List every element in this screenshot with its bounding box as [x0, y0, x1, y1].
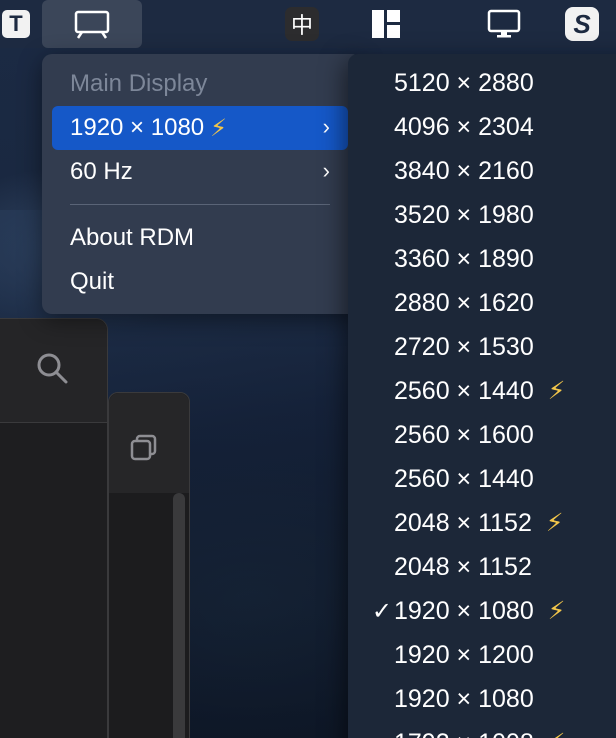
- resolution-option[interactable]: 2720 × 1530: [348, 325, 616, 369]
- resolution-label: 3840 × 2160: [394, 156, 534, 185]
- menu-item-refresh-rate[interactable]: 60 Hz ›: [52, 150, 348, 194]
- resolution-option[interactable]: 3840 × 2160: [348, 149, 616, 193]
- menu-item-quit[interactable]: Quit: [52, 260, 348, 304]
- background-window-finder[interactable]: [0, 318, 108, 738]
- display-menu-icon[interactable]: [42, 0, 142, 48]
- background-window-secondary[interactable]: [108, 392, 190, 738]
- bolt-icon: ⚡: [547, 597, 566, 625]
- menu-item-label: Quit: [70, 268, 115, 295]
- chevron-right-icon: ›: [322, 158, 330, 183]
- search-icon[interactable]: [35, 351, 69, 390]
- menu-bar: T 中 S: [0, 0, 616, 48]
- scrollbar[interactable]: [173, 493, 185, 738]
- resolution-option[interactable]: 2048 × 1152 ⚡: [348, 501, 616, 545]
- resolution-option[interactable]: 4096 × 2304: [348, 105, 616, 149]
- bolt-icon: ⚡: [545, 509, 564, 537]
- input-method-icon[interactable]: 中: [284, 0, 320, 48]
- bolt-icon: ⚡: [548, 728, 566, 738]
- resolution-label: 4096 × 2304: [394, 112, 534, 141]
- resolution-label: 5120 × 2880: [394, 68, 534, 97]
- resolution-option[interactable]: 5120 × 2880: [348, 61, 616, 105]
- monitor-outline-icon: [74, 10, 110, 39]
- resolution-option[interactable]: 2560 × 1440 ⚡: [348, 369, 616, 413]
- resolution-option[interactable]: 1920 × 1200: [348, 633, 616, 677]
- resolution-option[interactable]: 2560 × 1600: [348, 413, 616, 457]
- menu-item-resolution[interactable]: 1920 × 1080 ⚡ ›: [52, 106, 348, 150]
- menu-item-label: 1920 × 1080: [70, 114, 205, 141]
- resolution-label: 2560 × 1440: [394, 376, 534, 405]
- resolution-label: 2048 × 1152: [394, 552, 532, 581]
- typora-icon[interactable]: T: [0, 0, 32, 48]
- resolution-option[interactable]: 2560 × 1440: [348, 457, 616, 501]
- resolution-label: 2720 × 1530: [394, 332, 534, 361]
- checkmark-icon: ✓: [371, 597, 392, 625]
- window-toolbar: [0, 319, 107, 423]
- menu-item-label: 60 Hz: [70, 158, 133, 185]
- menu-header: Main Display: [70, 70, 208, 97]
- resolution-label: 2560 × 1440: [394, 464, 534, 493]
- app-s-icon[interactable]: S: [562, 0, 602, 48]
- resolution-option[interactable]: 3360 × 1890: [348, 237, 616, 281]
- menu-item-about[interactable]: About RDM: [52, 216, 348, 260]
- resolution-submenu: 5120 × 2880 4096 × 2304 3840 × 2160 3520 × …: [348, 54, 616, 738]
- desktop-monitor-icon: [487, 9, 521, 38]
- resolution-label: 1920 × 1080: [394, 684, 534, 713]
- bolt-icon: ⚡: [547, 377, 566, 405]
- resolution-label: 1920 × 1080: [394, 596, 534, 625]
- chevron-right-icon: ›: [322, 114, 330, 139]
- resolution-option[interactable]: 2048 × 1152: [348, 545, 616, 589]
- resolution-label: 3520 × 1980: [394, 200, 534, 229]
- resolution-label: 2048 × 1152: [394, 508, 532, 537]
- display-icon[interactable]: [484, 0, 524, 48]
- menu-item-label: About RDM: [70, 224, 195, 251]
- resolution-option[interactable]: 2880 × 1620: [348, 281, 616, 325]
- menu-separator: [70, 204, 330, 205]
- resolution-option[interactable]: 1920 × 1080: [348, 677, 616, 721]
- window-toolbar: [109, 393, 189, 493]
- grid-icon: [372, 10, 400, 38]
- resolution-label: 1792 × 1008: [394, 729, 534, 738]
- resolution-option[interactable]: ✓ 1920 × 1080 ⚡: [348, 589, 616, 633]
- resolution-label: 2880 × 1620: [394, 288, 534, 317]
- resolution-option[interactable]: 1792 × 1008 ⚡: [348, 721, 616, 738]
- resolution-option[interactable]: 3520 × 1980: [348, 193, 616, 237]
- bolt-icon: ⚡: [210, 114, 227, 142]
- copy-icon[interactable]: [129, 433, 159, 468]
- display-dropdown-menu: Main Display 1920 × 1080 ⚡ › 60 Hz › Abo…: [42, 54, 362, 314]
- resolution-label: 1920 × 1200: [394, 640, 534, 669]
- resolution-label: 2560 × 1600: [394, 420, 534, 449]
- resolution-label: 3360 × 1890: [394, 244, 534, 273]
- window-layout-icon[interactable]: [366, 0, 406, 48]
